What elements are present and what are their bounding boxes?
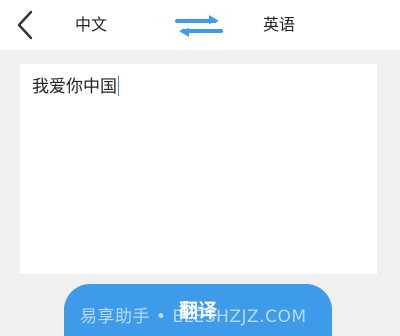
- top-bar: 中文 英语: [0, 0, 400, 50]
- swap-languages-button[interactable]: [173, 13, 225, 39]
- text-caret: [118, 76, 119, 96]
- swap-arrows-icon: [175, 15, 223, 37]
- source-text: 我爱你中国: [32, 77, 117, 97]
- back-button[interactable]: [12, 8, 40, 42]
- chevron-left-icon: [17, 10, 33, 40]
- source-language-selector[interactable]: 中文: [75, 15, 107, 35]
- target-language-selector[interactable]: 英语: [263, 15, 295, 35]
- source-text-input[interactable]: 我爱你中国: [20, 64, 377, 274]
- watermark-overlay: 易享助手 • ELESHZJZ.COM: [80, 307, 307, 327]
